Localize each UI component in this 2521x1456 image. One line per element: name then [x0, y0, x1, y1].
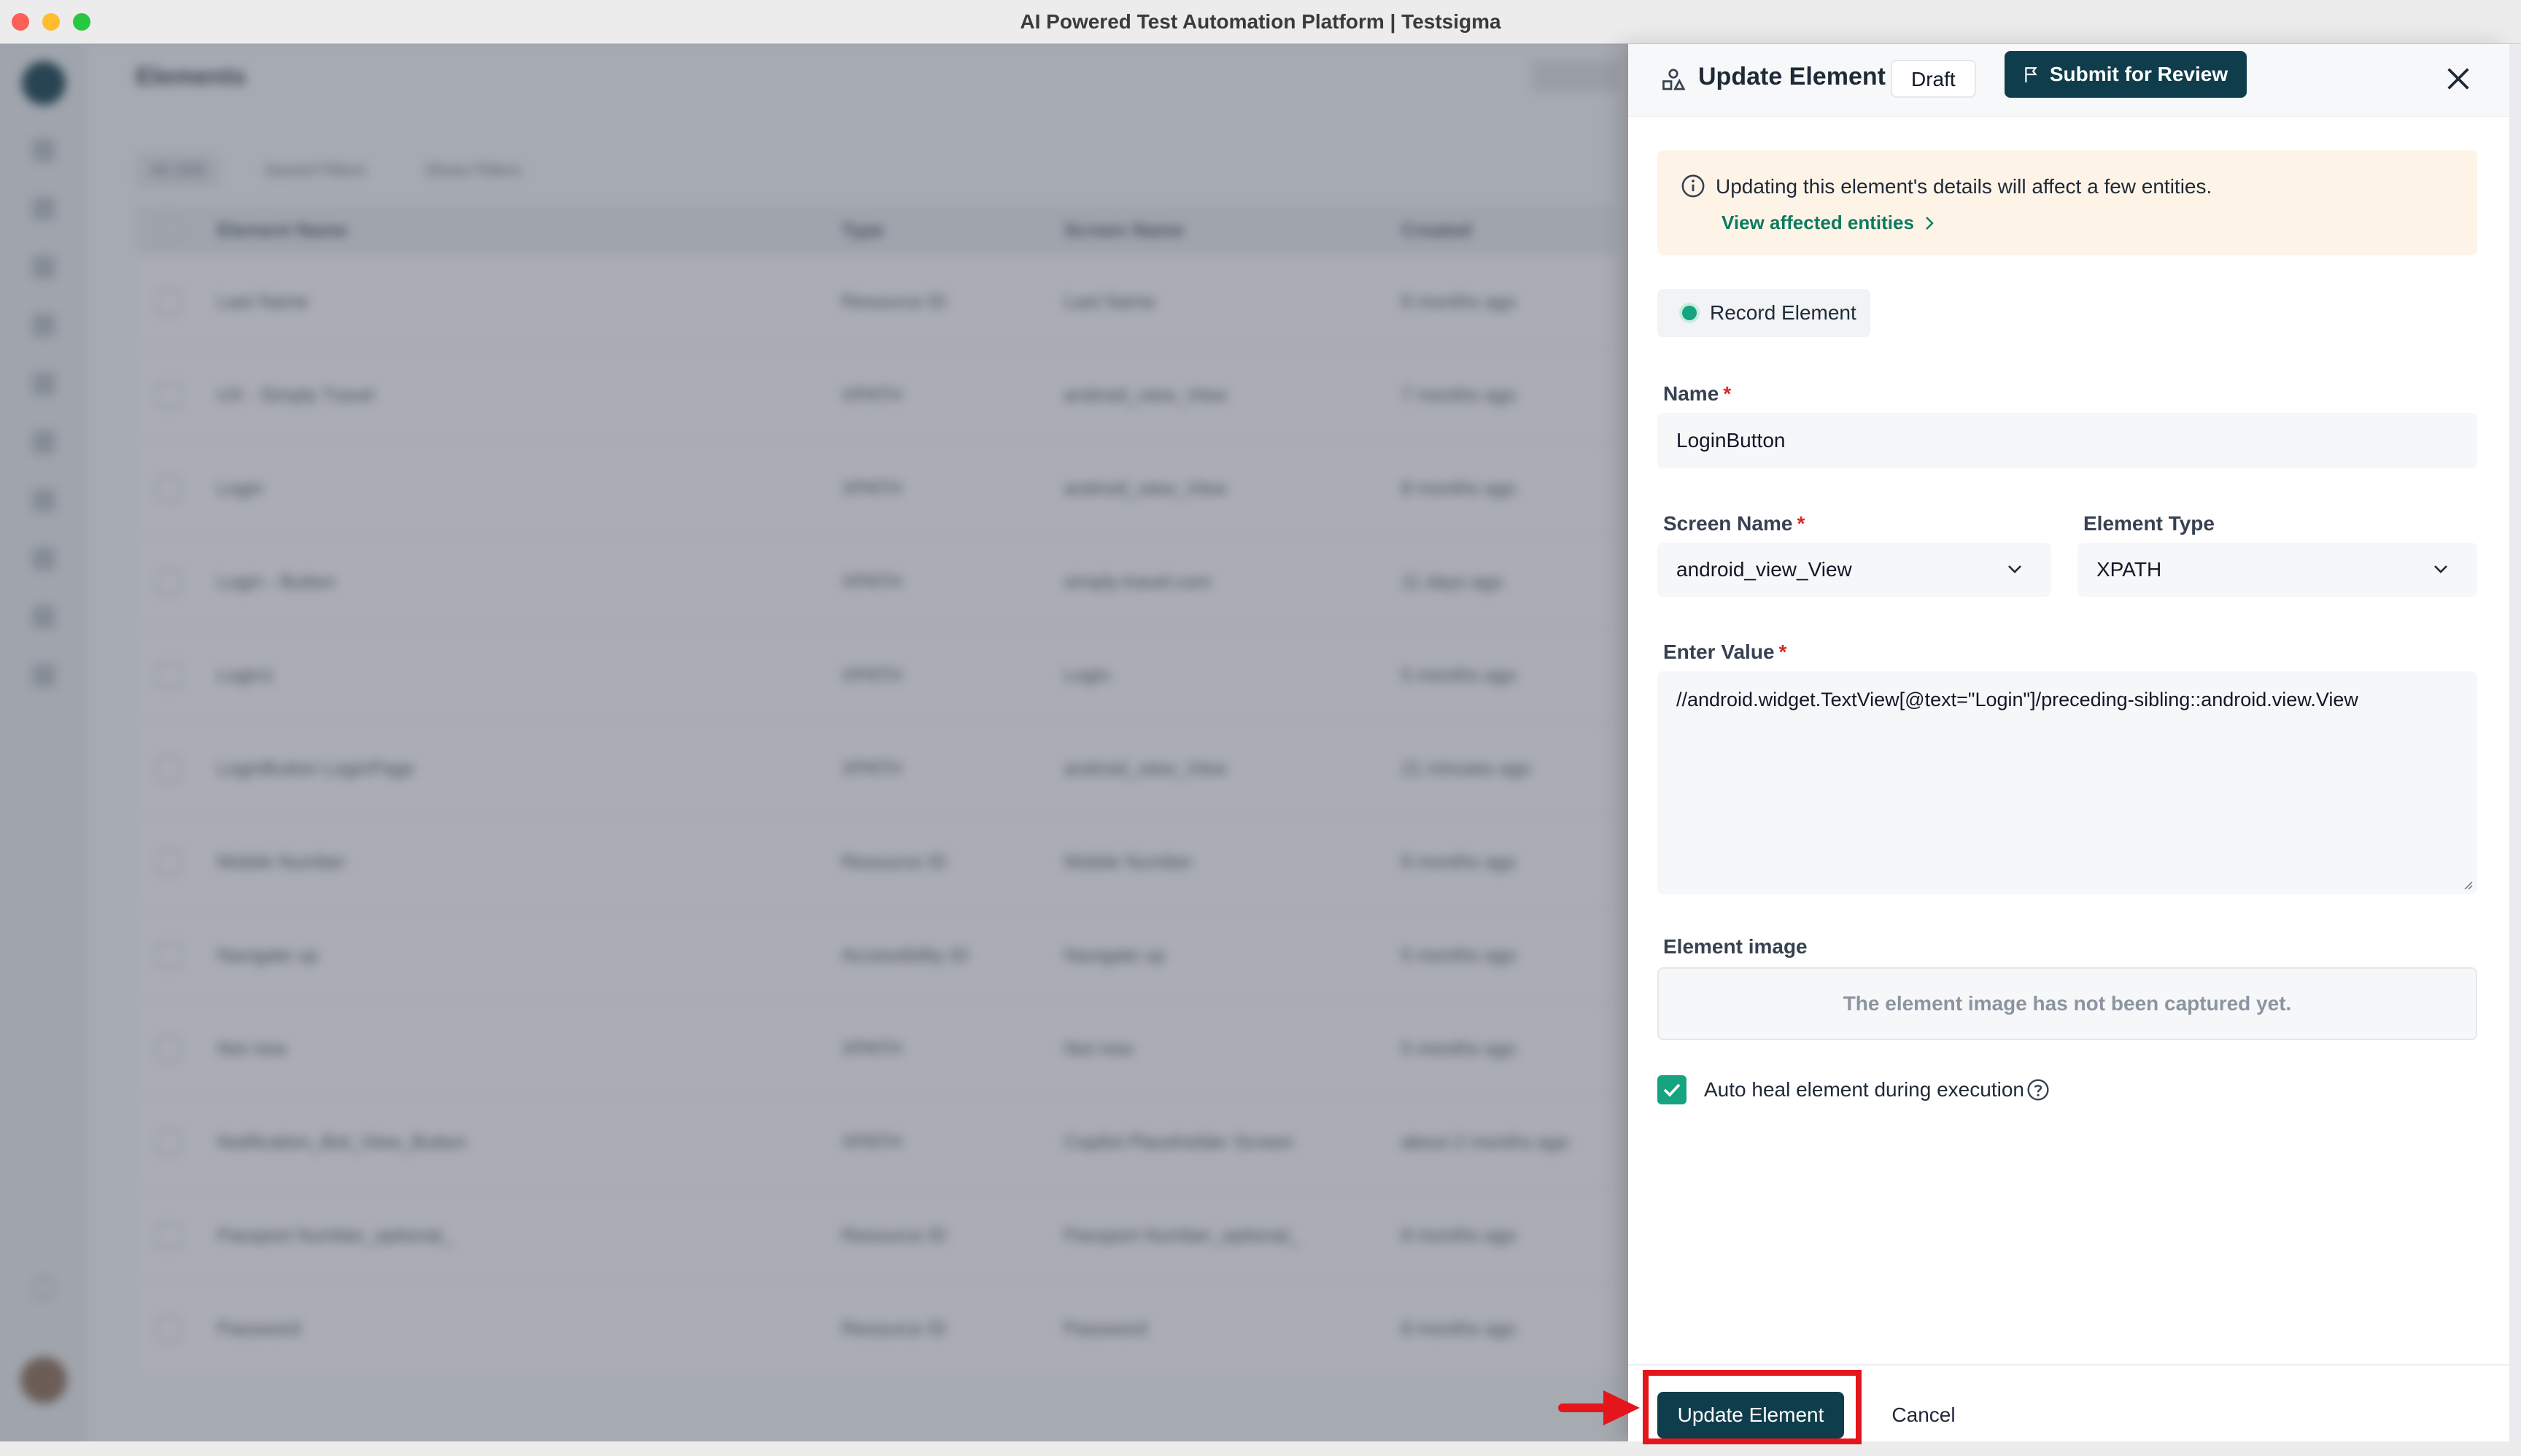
chevron-down-icon — [2008, 565, 2021, 573]
element-type-value: XPATH — [2096, 558, 2162, 581]
element-type-select[interactable]: XPATH — [2077, 543, 2477, 597]
flag-icon — [2025, 67, 2037, 82]
auto-heal-label: Auto heal element during execution — [1704, 1078, 2024, 1101]
status-badge: Draft — [1891, 60, 1976, 98]
cancel-button[interactable]: Cancel — [1869, 1392, 1978, 1438]
auto-heal-checkbox[interactable] — [1657, 1075, 1687, 1104]
window-right-edge — [2509, 44, 2521, 1456]
element-icon — [1662, 69, 1686, 90]
name-input[interactable]: LoginButton — [1657, 413, 2477, 468]
record-icon — [1682, 306, 1697, 320]
screen-name-value: android_view_View — [1676, 558, 1852, 581]
submit-for-review-button[interactable]: Submit for Review — [2005, 51, 2247, 98]
notice-text: Updating this element's details will aff… — [1716, 175, 2212, 198]
chevron-down-icon — [2434, 565, 2447, 573]
element-image-placeholder: The element image has not been captured … — [1657, 967, 2477, 1040]
update-element-drawer: Update Element Draft Submit for Review U… — [1628, 44, 2509, 1441]
screen-name-label: Screen Name * — [1663, 512, 1805, 535]
drawer-header: Update Element Draft Submit for Review — [1628, 44, 2509, 117]
checkmark-icon — [1663, 1083, 1681, 1097]
window-bottom-edge — [0, 1441, 2521, 1456]
help-icon[interactable] — [2026, 1078, 2050, 1101]
arrow-right-icon — [1558, 1390, 1640, 1425]
submit-label: Submit for Review — [2049, 63, 2228, 85]
record-element-button[interactable]: Record Element — [1657, 289, 1870, 337]
chevron-right-icon — [1926, 216, 1934, 230]
background-app: Elements All (59) Saved Filters Show Fil… — [0, 44, 1628, 1456]
drawer-title: Update Element — [1698, 63, 1886, 90]
close-icon[interactable] — [2444, 64, 2473, 93]
affected-entities-notice: Updating this element's details will aff… — [1657, 150, 2477, 255]
window-titlebar: AI Powered Test Automation Platform | Te… — [0, 0, 2521, 44]
enter-value-label: Enter Value * — [1663, 640, 1787, 663]
info-icon — [1681, 174, 1705, 198]
resize-handle-icon[interactable] — [2461, 878, 2473, 890]
window-title: AI Powered Test Automation Platform | Te… — [1020, 10, 1501, 33]
name-label: Name * — [1663, 382, 1732, 405]
screen-name-select[interactable]: android_view_View — [1657, 543, 2051, 597]
modal-backdrop[interactable] — [0, 44, 1628, 1456]
element-image-label: Element image — [1663, 935, 1808, 958]
enter-value-textarea[interactable]: //android.widget.TextView[@text="Login"]… — [1657, 671, 2477, 894]
view-affected-entities-link[interactable]: View affected entities — [1722, 212, 1935, 234]
notice-link-label: View affected entities — [1722, 212, 1914, 233]
record-label: Record Element — [1710, 301, 1856, 324]
enter-value-text: //android.widget.TextView[@text="Login"]… — [1676, 689, 2358, 710]
annotation-highlight-box — [1643, 1370, 1862, 1444]
element-type-label: Element Type — [2083, 512, 2215, 535]
